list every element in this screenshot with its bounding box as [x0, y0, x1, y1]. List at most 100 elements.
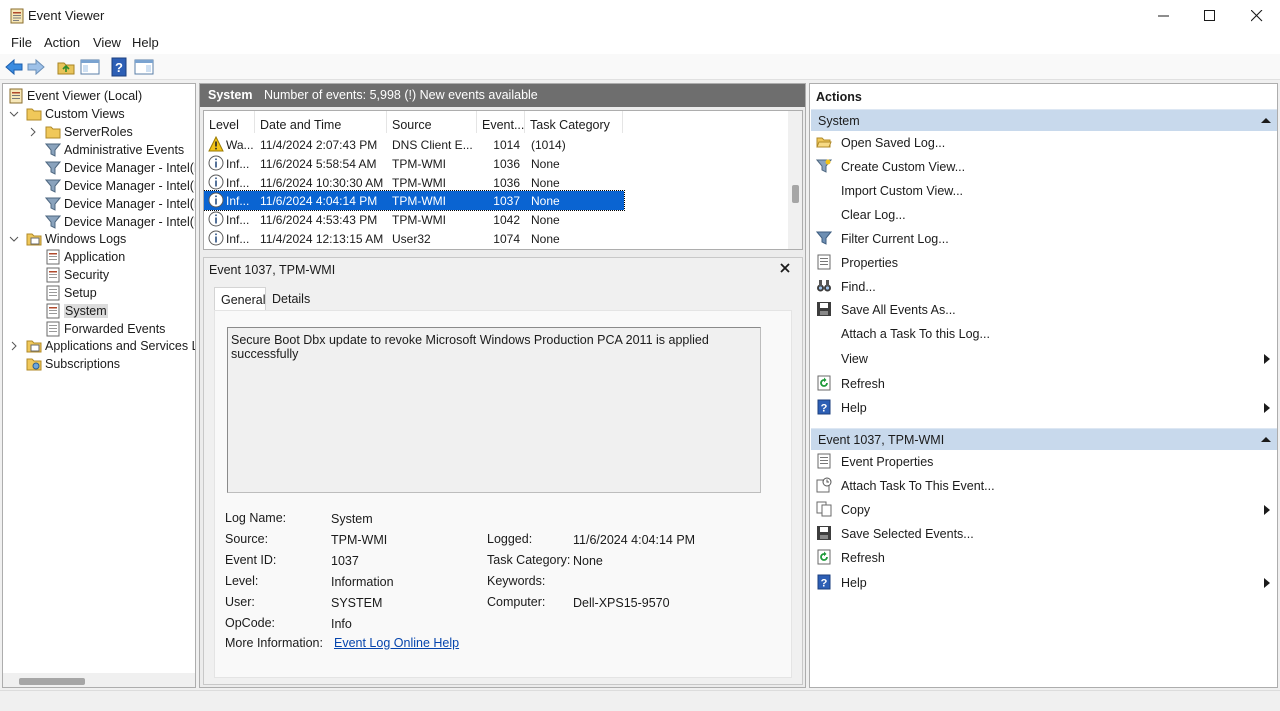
- chevron-down-icon[interactable]: [9, 234, 19, 244]
- action-clear-log[interactable]: Clear Log...: [816, 205, 1274, 225]
- label-source: Source:: [225, 532, 269, 546]
- table-row[interactable]: Inf... 11/6/2024 4:04:14 PM TPM-WMI 1037 Non…: [204, 190, 625, 212]
- label-more-information: More Information:: [225, 636, 323, 650]
- tab-details[interactable]: Details: [266, 287, 316, 311]
- column-header-source[interactable]: Source: [387, 111, 477, 133]
- action-save-selected-events[interactable]: Save Selected Events...: [816, 524, 1274, 544]
- tree-horizontal-scrollbar[interactable]: [3, 673, 195, 687]
- information-icon: [208, 192, 224, 208]
- grid-vertical-scrollbar[interactable]: [788, 111, 802, 249]
- table-row[interactable]: Inf... 11/6/2024 10:30:30 AM TPM-WMI 1036 No…: [204, 173, 624, 192]
- action-filter-current-log[interactable]: Filter Current Log...: [816, 229, 1274, 249]
- filter-icon: [816, 159, 832, 173]
- actions-title: Actions: [816, 90, 862, 104]
- cell-level: Wa...: [226, 138, 254, 152]
- menu-view[interactable]: View: [93, 35, 121, 50]
- menu-action[interactable]: Action: [44, 35, 80, 50]
- filter-icon: [816, 231, 832, 245]
- cell-level: Inf...: [226, 213, 250, 228]
- cell-level: Inf...: [226, 232, 250, 246]
- value-level: Information: [331, 575, 394, 589]
- column-header-task-category[interactable]: Task Category: [525, 111, 623, 133]
- column-header-event-id[interactable]: Event...: [477, 111, 525, 133]
- action-view[interactable]: View: [816, 349, 1274, 369]
- action-label: Refresh: [841, 376, 885, 391]
- information-icon: [208, 230, 224, 246]
- minimize-button[interactable]: [1141, 0, 1187, 32]
- refresh-icon: [817, 549, 831, 565]
- log-folder-icon: [26, 340, 42, 353]
- cell-event-id: 1014: [493, 138, 520, 152]
- show-hide-console-tree-icon[interactable]: [80, 57, 100, 77]
- event-log-online-help-link[interactable]: Event Log Online Help: [334, 636, 459, 650]
- action-label: Attach a Task To this Log...: [841, 327, 990, 342]
- filter-icon: [45, 143, 61, 157]
- menu-file[interactable]: File: [11, 35, 32, 50]
- cell-task-category: (1014): [531, 138, 566, 152]
- help-icon[interactable]: ?: [110, 57, 130, 77]
- event-message[interactable]: Secure Boot Dbx update to revoke Microso…: [227, 327, 761, 493]
- show-hide-action-pane-icon[interactable]: [134, 57, 154, 77]
- action-copy[interactable]: Copy: [816, 500, 1274, 520]
- minimize-icon: [1158, 15, 1169, 17]
- event-detail-panel: Event 1037, TPM-WMI General Details Secu…: [203, 257, 803, 685]
- table-row[interactable]: Inf... 11/4/2024 12:13:15 AM User32 1074 Non…: [204, 229, 624, 248]
- action-attach-task-to-log[interactable]: Attach a Task To this Log...: [816, 324, 1274, 344]
- action-properties[interactable]: Properties: [816, 253, 1274, 273]
- filter-icon: [45, 161, 61, 175]
- action-attach-task-to-event[interactable]: Attach Task To This Event...: [816, 476, 1274, 496]
- actions-section-event[interactable]: Event 1037, TPM-WMI: [811, 428, 1277, 450]
- chevron-right-icon[interactable]: [9, 341, 19, 351]
- action-create-custom-view[interactable]: Create Custom View...: [816, 157, 1274, 177]
- scrollbar-thumb[interactable]: [792, 185, 799, 203]
- information-icon: [208, 155, 224, 171]
- cell-task-category: None: [531, 213, 560, 228]
- menu-help[interactable]: Help: [132, 35, 159, 50]
- value-event-id: 1037: [331, 554, 359, 568]
- table-row[interactable]: Inf... 11/6/2024 5:58:54 AM TPM-WMI 1036 Non…: [204, 154, 624, 173]
- close-icon[interactable]: [778, 261, 792, 275]
- table-row[interactable]: Wa... 11/4/2024 2:07:43 PM DNS Client E...…: [204, 135, 624, 154]
- table-row[interactable]: Inf... 11/6/2024 4:53:43 PM TPM-WMI 1042 Non…: [204, 210, 624, 229]
- action-save-all-events[interactable]: Save All Events As...: [816, 300, 1274, 320]
- value-logged: 11/6/2024 4:04:14 PM: [573, 533, 696, 547]
- action-refresh[interactable]: Refresh: [816, 548, 1274, 568]
- column-header-date[interactable]: Date and Time: [255, 111, 387, 133]
- action-refresh[interactable]: Refresh: [816, 374, 1274, 394]
- general-tab-content: Secure Boot Dbx update to revoke Microso…: [214, 310, 792, 678]
- cell-event-id: 1037: [493, 194, 520, 209]
- actions-section-system[interactable]: System: [811, 109, 1277, 131]
- event-viewer-app-icon: [10, 8, 24, 24]
- save-icon: [817, 302, 831, 317]
- collapse-icon[interactable]: [1261, 117, 1271, 124]
- close-button[interactable]: [1234, 0, 1280, 32]
- up-folder-icon[interactable]: [56, 57, 76, 77]
- value-task-category: None: [573, 554, 603, 568]
- column-header-level[interactable]: Level: [204, 111, 255, 133]
- back-arrow-icon[interactable]: [4, 57, 24, 77]
- maximize-button[interactable]: [1187, 0, 1233, 32]
- action-open-saved-log[interactable]: Open Saved Log...: [816, 133, 1274, 153]
- cell-task-category: None: [531, 232, 560, 246]
- value-log-name: System: [331, 512, 373, 526]
- label-user: User:: [225, 595, 255, 609]
- forward-arrow-icon[interactable]: [26, 57, 46, 77]
- action-help[interactable]: ? Help: [816, 398, 1274, 418]
- folder-icon: [45, 126, 61, 139]
- filter-icon: [45, 197, 61, 211]
- action-help[interactable]: ? Help: [816, 573, 1274, 593]
- copy-icon: [816, 501, 832, 517]
- log-icon: [46, 303, 60, 319]
- action-event-properties[interactable]: Event Properties: [816, 452, 1274, 472]
- action-find[interactable]: Find...: [816, 277, 1274, 297]
- scrollbar-thumb[interactable]: [19, 678, 85, 685]
- collapse-icon[interactable]: [1261, 436, 1271, 443]
- cell-level: Inf...: [226, 156, 250, 171]
- tab-general[interactable]: General: [214, 287, 266, 311]
- chevron-down-icon[interactable]: [9, 109, 19, 119]
- chevron-right-icon[interactable]: [28, 127, 38, 137]
- help-icon: ?: [817, 574, 831, 590]
- submenu-arrow-icon: [1264, 578, 1270, 588]
- open-folder-icon: [816, 137, 832, 148]
- action-import-custom-view[interactable]: Import Custom View...: [816, 181, 1274, 201]
